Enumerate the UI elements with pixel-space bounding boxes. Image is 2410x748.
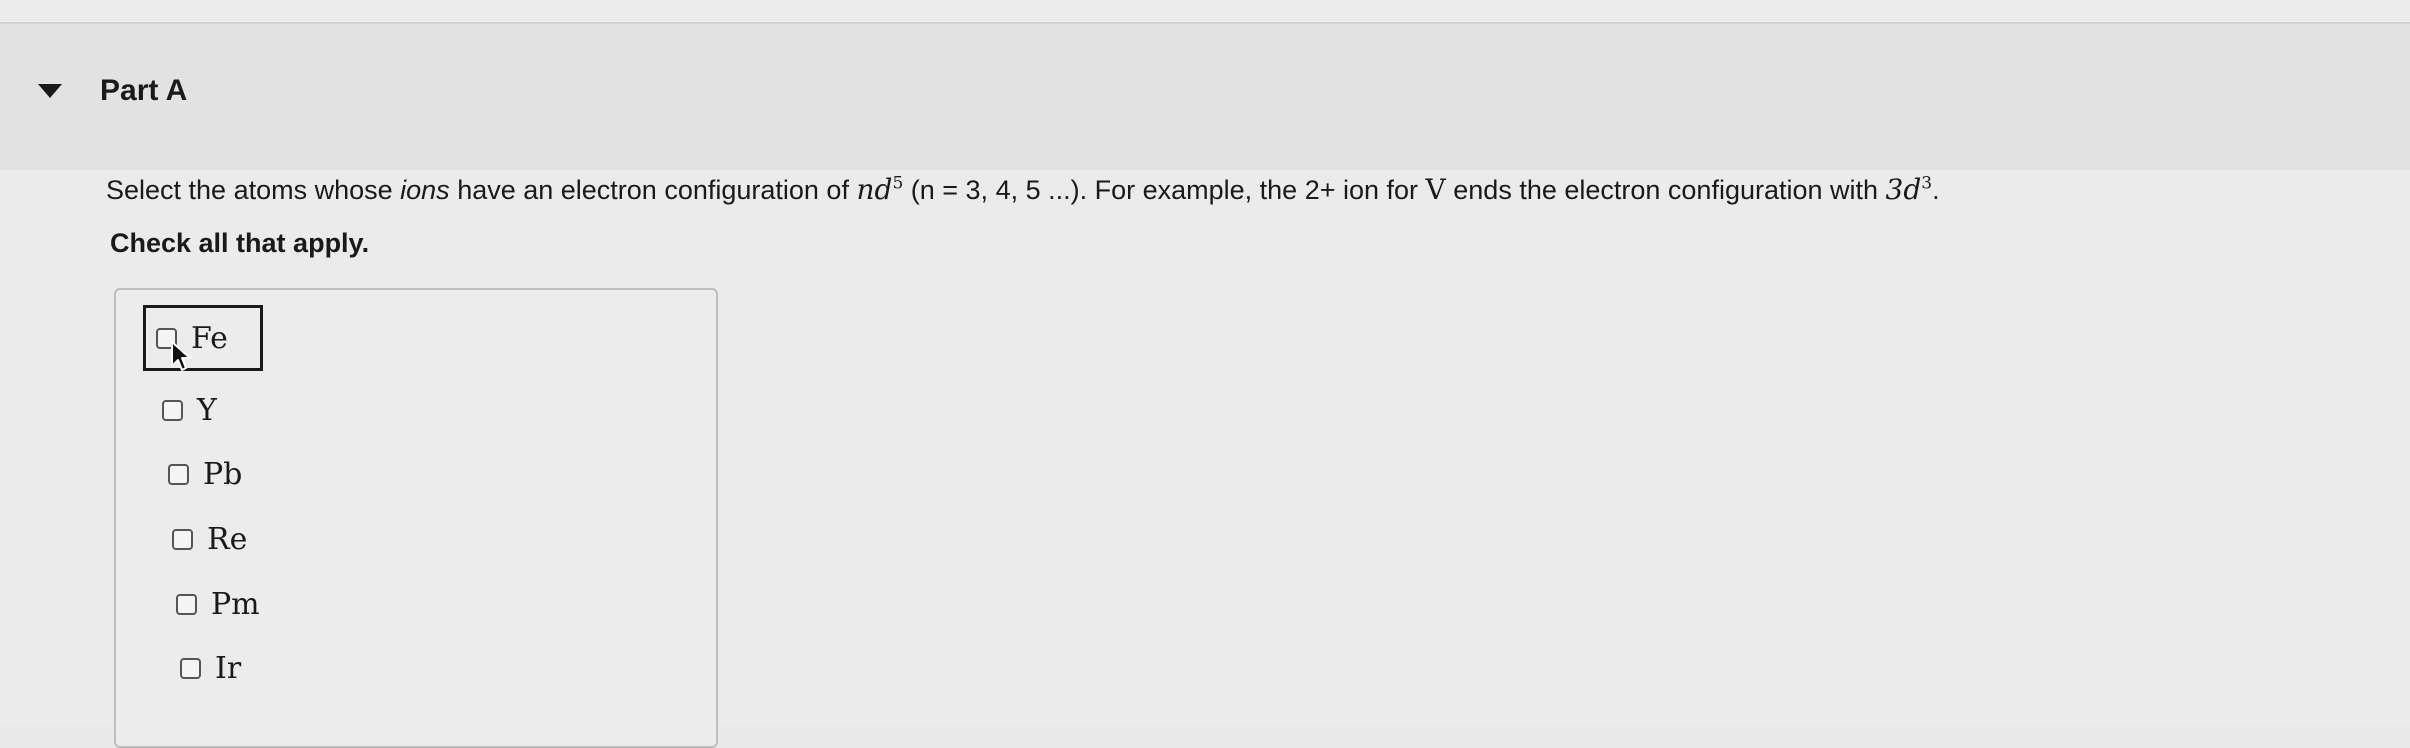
question-period: . [1932,175,1940,205]
choice-pb[interactable]: Pb [168,450,242,498]
choice-pm[interactable]: Pm [176,580,260,628]
checkbox[interactable] [180,657,201,679]
choice-y[interactable]: Y [162,386,217,434]
choice-fe[interactable]: Fe [143,305,263,371]
config-base: nd [856,173,893,206]
checkbox[interactable] [176,593,197,615]
choice-label: Pm [211,586,260,622]
checkbox[interactable] [168,463,189,485]
question-segment: have an electron configuration of [449,175,857,205]
element-symbol: V [1425,173,1446,206]
choice-label: Pb [203,456,243,492]
checkbox[interactable] [172,528,193,550]
question-text: Select the atoms whose ions have an elec… [106,173,1940,207]
choice-ir[interactable]: Ir [180,644,241,692]
choice-label: Re [207,521,248,557]
question-segment: (n = 3, 4, 5 ...). For example, the 2+ i… [903,175,1426,205]
choice-re[interactable]: Re [172,515,247,563]
example-base: 3d [1885,173,1922,206]
choice-label: Fe [191,320,228,356]
question-segment: Select the atoms whose [106,175,401,205]
instruction-text: Check all that apply. [110,228,370,258]
mouse-cursor-icon [171,341,191,371]
choice-label: Y [197,392,217,428]
part-header[interactable]: Part A [0,24,2410,170]
config-expression: nd5 [856,173,903,206]
question-ions-word: ions [400,175,450,205]
example-expression: 3d3 [1886,173,1933,206]
example-superscript: 3 [1921,173,1933,194]
caret-down-icon[interactable] [38,84,62,98]
checkbox[interactable] [162,399,183,421]
top-divider [0,0,2410,24]
config-superscript: 5 [892,173,904,194]
question-segment: ends the electron configuration with [1445,175,1886,205]
choice-label: Ir [215,650,242,686]
part-title: Part A [100,74,188,107]
